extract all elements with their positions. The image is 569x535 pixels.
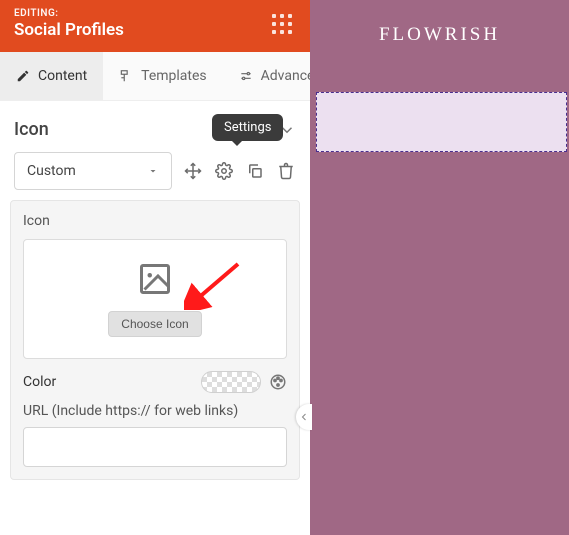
- color-row: Color: [23, 359, 287, 393]
- trash-icon: [277, 162, 295, 180]
- caret-down-icon: [147, 165, 159, 177]
- tab-label: Templates: [141, 68, 207, 84]
- settings-button[interactable]: [213, 160, 234, 182]
- section-title: Icon: [14, 119, 49, 140]
- color-picker-icon[interactable]: [269, 373, 287, 391]
- page-title: Social Profiles: [14, 20, 296, 40]
- copy-icon: [246, 162, 264, 180]
- annotation-arrow: [184, 260, 244, 310]
- gear-icon: [215, 162, 233, 180]
- editing-label: EDITING:: [14, 8, 296, 19]
- icon-dropzone[interactable]: Choose Icon: [23, 239, 287, 359]
- tab-templates[interactable]: Templates: [103, 52, 223, 100]
- sliders-icon: [239, 69, 253, 83]
- editor-panel: EDITING: Social Profiles Content Templat…: [0, 0, 310, 535]
- delete-button[interactable]: [275, 160, 296, 182]
- color-swatch[interactable]: [201, 371, 261, 393]
- pencil-icon: [16, 69, 30, 83]
- choose-icon-button[interactable]: Choose Icon: [108, 311, 201, 337]
- brand-logo: FLOWRISH: [310, 24, 569, 46]
- settings-tooltip: Settings: [212, 114, 283, 141]
- chevron-left-icon: [298, 411, 310, 423]
- panel-header: EDITING: Social Profiles: [0, 0, 310, 52]
- preview-pane: FLOWRISH: [310, 0, 569, 535]
- select-value: Custom: [27, 163, 76, 179]
- tab-bar: Content Templates Advanced: [0, 52, 310, 101]
- icon-field-label: Icon: [23, 213, 287, 229]
- move-button[interactable]: [182, 160, 203, 182]
- icon-type-select[interactable]: Custom: [14, 152, 172, 190]
- url-input[interactable]: [23, 427, 287, 467]
- toolbar-row: Custom Settings: [14, 152, 296, 200]
- move-icon: [184, 162, 202, 180]
- template-icon: [119, 69, 133, 83]
- icon-card: Icon Choose Icon Color URL (Include http…: [10, 200, 300, 480]
- drop-slot[interactable]: [316, 92, 567, 152]
- tab-content[interactable]: Content: [0, 52, 103, 100]
- section-icon: Icon Custom Settings: [0, 101, 310, 200]
- color-label: Color: [23, 374, 56, 390]
- duplicate-button[interactable]: [244, 160, 265, 182]
- url-label: URL (Include https:// for web links): [23, 403, 287, 419]
- drag-handle-icon[interactable]: [272, 14, 296, 38]
- image-placeholder-icon: [137, 261, 173, 297]
- tab-label: Content: [38, 68, 87, 84]
